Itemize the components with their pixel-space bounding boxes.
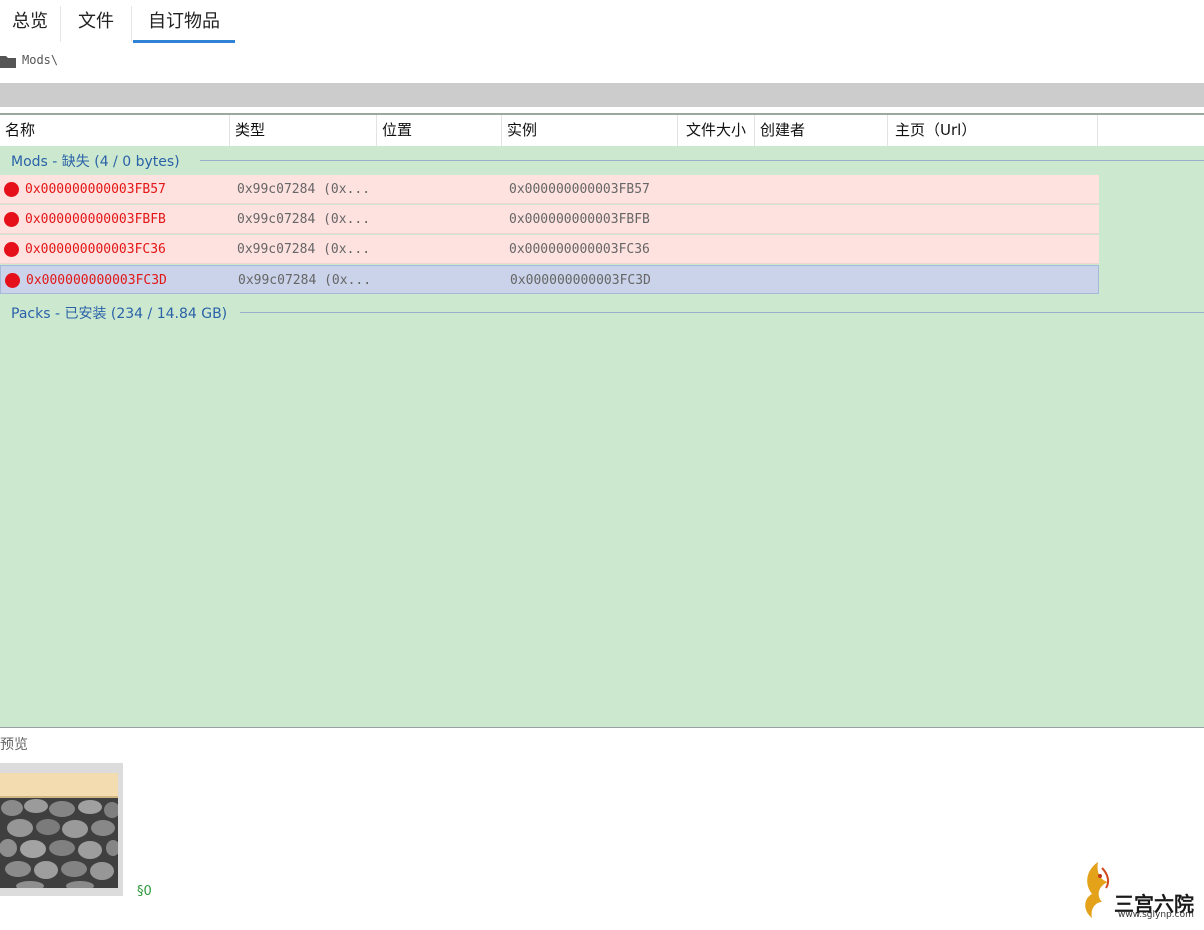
row-instance: 0x000000000003FB57 [509, 182, 650, 197]
row-instance: 0x000000000003FC3D [510, 273, 651, 288]
row-name: 0x000000000003FBFB [25, 212, 166, 227]
red-dot-icon [4, 212, 19, 227]
row-name: 0x000000000003FC3D [26, 273, 167, 288]
breadcrumb-path[interactable]: Mods\ [22, 53, 58, 67]
table-row[interactable]: 0x000000000003FB57 0x99c07284 (0x... 0x0… [0, 175, 1099, 204]
group-divider-line [240, 312, 1204, 313]
tab-overview[interactable]: 总览 [0, 0, 60, 44]
active-tab-indicator [133, 40, 235, 43]
row-type: 0x99c07284 (0x... [237, 242, 371, 257]
column-header-location[interactable]: 位置 [377, 115, 502, 146]
row-type: 0x99c07284 (0x... [237, 212, 371, 227]
group-label[interactable]: Mods - 缺失 (4 / 0 bytes) [11, 151, 184, 171]
stone-texture-image [0, 798, 118, 888]
tab-divider [131, 6, 132, 42]
tab-custom-items[interactable]: 自订物品 [134, 0, 234, 44]
phoenix-logo-icon [1085, 862, 1110, 918]
group-label[interactable]: Packs - 已安装 (234 / 14.84 GB) [11, 303, 232, 323]
row-type: 0x99c07284 (0x... [238, 273, 372, 288]
row-type: 0x99c07284 (0x... [237, 182, 371, 197]
items-grid: 名称 类型 位置 实例 文件大小 创建者 主页（Url） Mods - 缺失 (… [0, 113, 1204, 727]
watermark-url: www.sglynp.com [1118, 910, 1194, 920]
folder-icon [0, 56, 16, 68]
group-packs-installed: Packs - 已安装 (234 / 14.84 GB) [0, 300, 1204, 324]
row-instance: 0x000000000003FC36 [509, 242, 650, 257]
column-header-homepage[interactable]: 主页（Url） [888, 115, 1098, 146]
preview-label: 预览 [0, 737, 28, 753]
table-row[interactable]: 0x000000000003FC36 0x99c07284 (0x... 0x0… [0, 235, 1099, 264]
preview-value: §0 [137, 884, 152, 899]
column-header-instance[interactable]: 实例 [502, 115, 678, 146]
red-dot-icon [4, 182, 19, 197]
grid-header: 名称 类型 位置 实例 文件大小 创建者 主页（Url） [0, 115, 1204, 146]
row-instance: 0x000000000003FBFB [509, 212, 650, 227]
filter-input[interactable] [0, 83, 1204, 107]
table-row[interactable]: 0x000000000003FBFB 0x99c07284 (0x... 0x0… [0, 205, 1099, 234]
table-row-selected[interactable]: 0x000000000003FC3D 0x99c07284 (0x... 0x0… [0, 265, 1099, 294]
column-header-name[interactable]: 名称 [0, 115, 230, 146]
row-name: 0x000000000003FB57 [25, 182, 166, 197]
group-mods-missing: Mods - 缺失 (4 / 0 bytes) [0, 148, 1204, 172]
watermark: 三宫六院 www.sglynp.com [1078, 858, 1202, 924]
red-dot-icon [4, 242, 19, 257]
thumbnail-trim [0, 773, 118, 798]
column-header-file-size[interactable]: 文件大小 [678, 115, 755, 146]
column-header-creator[interactable]: 创建者 [755, 115, 888, 146]
tab-divider [60, 6, 61, 42]
preview-thumbnail [0, 763, 123, 896]
column-header-type[interactable]: 类型 [230, 115, 377, 146]
tab-files[interactable]: 文件 [62, 0, 130, 44]
grid-bottom-border [0, 727, 1204, 728]
red-dot-icon [5, 273, 20, 288]
row-name: 0x000000000003FC36 [25, 242, 166, 257]
group-divider-line [200, 160, 1204, 161]
tab-bar: 总览 文件 自订物品 [0, 0, 1204, 46]
